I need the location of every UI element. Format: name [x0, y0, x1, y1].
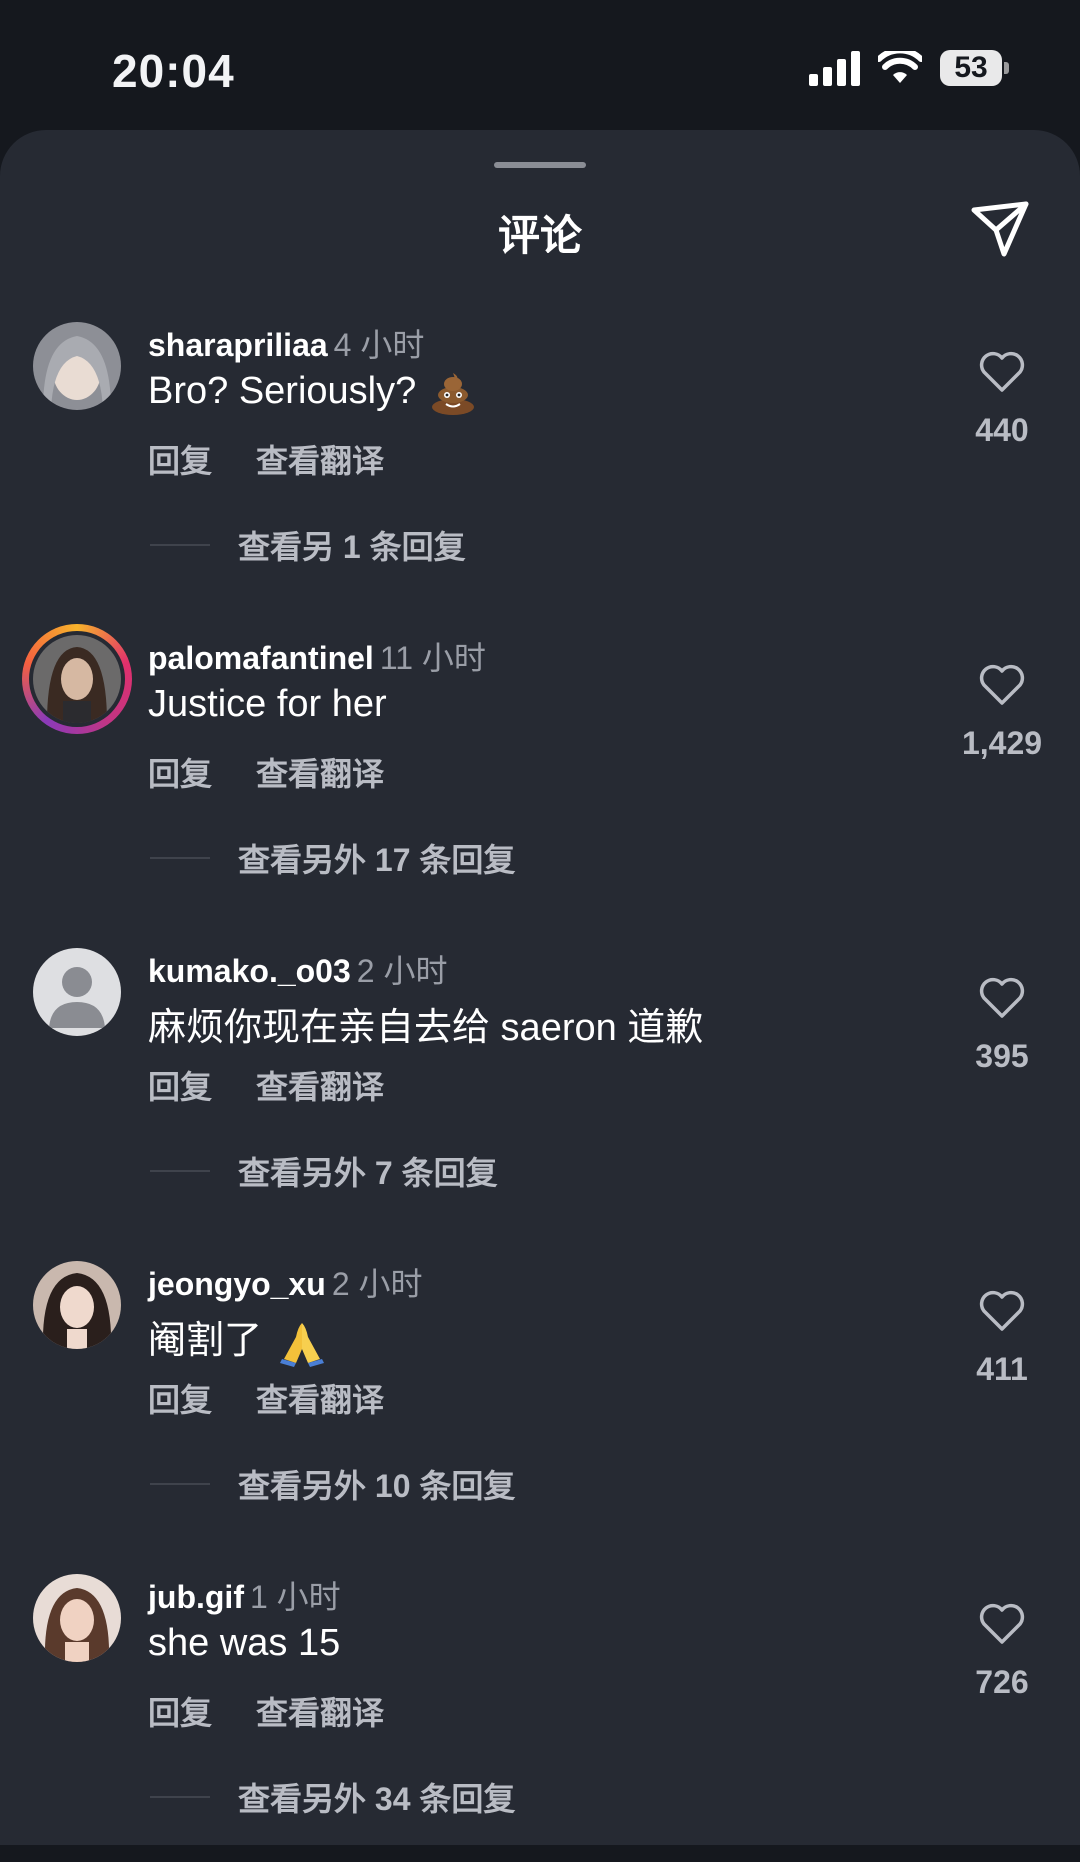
divider — [150, 544, 210, 546]
comment-item: sharapriliaa 4 小时 Bro? Seriously? 回复 查看翻译 … — [0, 310, 1080, 610]
comment-time: 2 小时 — [356, 953, 448, 989]
comment-time: 2 小时 — [331, 1266, 423, 1302]
like-count: 440 — [975, 412, 1029, 448]
view-more-replies-button[interactable]: 查看另外 34 条回复 — [150, 1774, 515, 1820]
battery-icon: 53 — [940, 50, 1010, 86]
send-icon[interactable] — [968, 200, 1032, 260]
view-more-replies-button[interactable]: 查看另外 17 条回复 — [150, 835, 515, 881]
view-more-replies-button[interactable]: 查看另外 7 条回复 — [150, 1148, 498, 1194]
comment-text: 麻烦你现在亲自去给 saeron 道歉 — [148, 1007, 704, 1049]
comment-item: jub.gif 1 小时 she was 15 回复 查看翻译 查看另外 34 条回… — [0, 1562, 1080, 1862]
more-replies-label: 查看另 1 条回复 — [238, 529, 466, 565]
like-area: 395 — [950, 976, 1054, 1075]
folded-hands-emoji-icon — [280, 1322, 325, 1367]
divider — [150, 1796, 210, 1798]
reply-button[interactable]: 回复 — [148, 1695, 212, 1731]
like-count: 411 — [976, 1351, 1028, 1387]
poo-emoji-icon — [432, 372, 475, 415]
translate-button[interactable]: 查看翻译 — [256, 1695, 384, 1731]
status-bar: 20:04 53 — [0, 0, 1080, 130]
comment-text: 阉割了 — [148, 1320, 263, 1362]
translate-button[interactable]: 查看翻译 — [256, 443, 384, 479]
reply-button[interactable]: 回复 — [148, 1069, 212, 1105]
avatar[interactable] — [33, 1574, 121, 1662]
heart-icon[interactable] — [978, 1289, 1026, 1333]
more-replies-label: 查看另外 7 条回复 — [238, 1155, 498, 1191]
comments-sheet: 评论 sharapriliaa 4 小时 Bro? Seriously? 回复 … — [0, 130, 1080, 1845]
view-more-replies-button[interactable]: 查看另 1 条回复 — [150, 522, 466, 568]
battery-level: 53 — [940, 50, 1002, 86]
like-count: 1,429 — [961, 725, 1043, 761]
comment-time: 1 小时 — [249, 1579, 341, 1615]
avatar — [33, 635, 121, 723]
more-replies-label: 查看另外 10 条回复 — [238, 1468, 516, 1504]
reply-button[interactable]: 回复 — [148, 1382, 212, 1418]
comment-username[interactable]: jeongyo_xu — [148, 1266, 326, 1302]
translate-button[interactable]: 查看翻译 — [256, 1069, 384, 1105]
comment-text: Bro? Seriously? — [148, 370, 417, 412]
comment-item: palomafantinel 11 小时 Justice for her 回复查看… — [0, 623, 1080, 923]
heart-icon[interactable] — [978, 350, 1026, 394]
like-count: 395 — [975, 1038, 1029, 1074]
reply-button[interactable]: 回复 — [148, 443, 212, 479]
comment-text: Justice for her — [148, 683, 387, 725]
more-replies-label: 查看另外 34 条回复 — [238, 1781, 516, 1817]
comment-text: she was 15 — [148, 1622, 341, 1664]
status-time: 20:04 — [112, 45, 235, 97]
comment-time: 11 小时 — [379, 640, 486, 676]
status-icons: 53 — [809, 50, 1010, 86]
wifi-icon — [878, 51, 922, 83]
like-count: 726 — [975, 1664, 1029, 1700]
heart-icon[interactable] — [978, 663, 1026, 707]
like-area: 440 — [950, 350, 1054, 449]
like-area: 411 — [950, 1289, 1054, 1388]
comment-username[interactable]: kumako._o03 — [148, 953, 351, 989]
comment-time: 4 小时 — [333, 327, 425, 363]
like-area: 726 — [950, 1602, 1054, 1701]
sheet-drag-handle[interactable] — [494, 162, 586, 168]
translate-button[interactable]: 查看翻译 — [256, 1382, 384, 1418]
view-more-replies-button[interactable]: 查看另外 10 条回复 — [150, 1461, 515, 1507]
divider — [150, 857, 210, 859]
divider — [150, 1483, 210, 1485]
comment-item: kumako._o03 2 小时 麻烦你现在亲自去给 saeron 道歉 回复查看… — [0, 936, 1080, 1236]
comment-username[interactable]: jub.gif — [148, 1579, 244, 1615]
avatar[interactable] — [33, 322, 121, 410]
divider — [150, 1170, 210, 1172]
more-replies-label: 查看另外 17 条回复 — [238, 842, 516, 878]
comment-username[interactable]: sharapriliaa — [148, 327, 328, 363]
avatar-story-ring[interactable] — [22, 624, 132, 734]
translate-button[interactable]: 查看翻译 — [256, 756, 384, 792]
avatar[interactable] — [33, 1261, 121, 1349]
heart-icon[interactable] — [978, 1602, 1026, 1646]
comment-item: jeongyo_xu 2 小时 阉割了 回复 查看翻译 查看另外 10 条回复 41… — [0, 1249, 1080, 1549]
comment-username[interactable]: palomafantinel — [148, 640, 374, 676]
sheet-title: 评论 — [497, 212, 582, 259]
cellular-signal-icon — [809, 50, 860, 86]
reply-button[interactable]: 回复 — [148, 756, 212, 792]
default-avatar-icon[interactable] — [33, 948, 121, 1036]
heart-icon[interactable] — [978, 976, 1026, 1020]
like-area: 1,429 — [950, 663, 1054, 762]
